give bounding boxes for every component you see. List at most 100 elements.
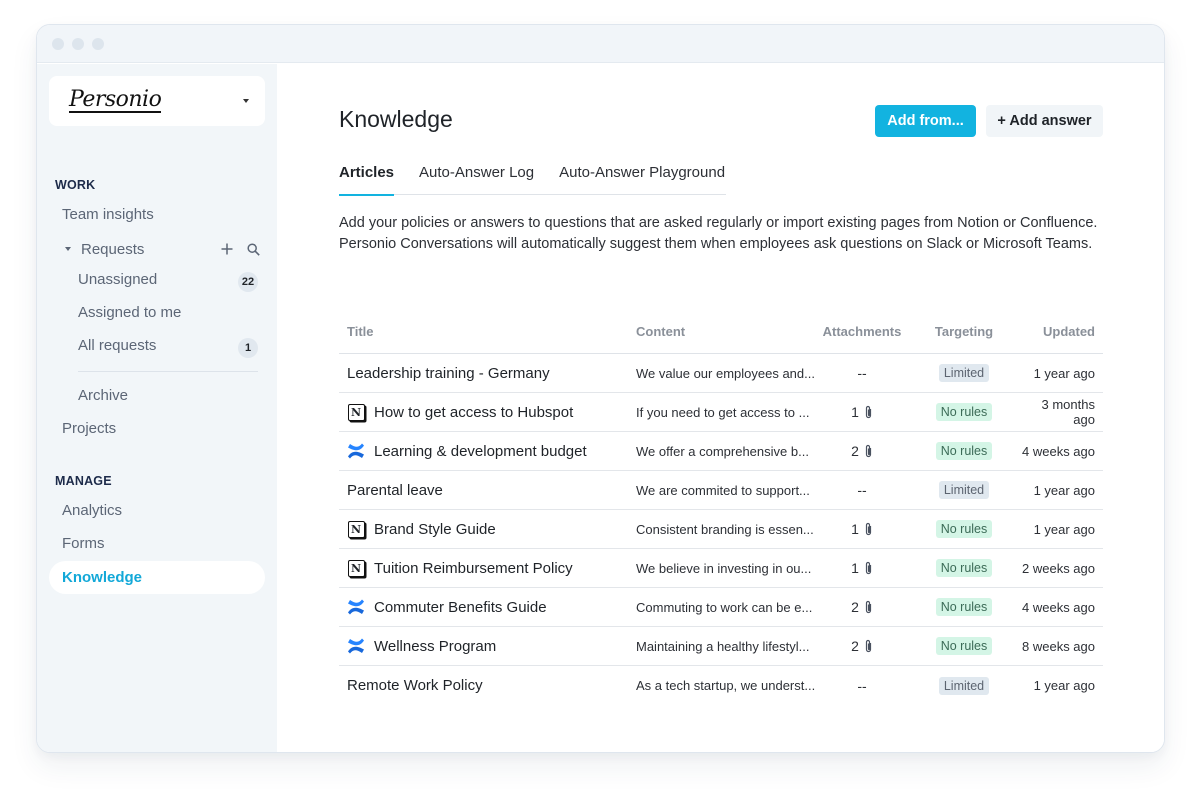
paperclip-icon [864, 561, 873, 575]
sidebar-item-all-requests[interactable]: All requests [78, 337, 156, 354]
attachments-count: -- [857, 365, 867, 381]
tab-auto-answer-log[interactable]: Auto-Answer Log [419, 162, 534, 195]
paperclip-icon [864, 639, 873, 653]
confluence-icon [347, 637, 365, 655]
attachments-cell: 1 [816, 560, 908, 576]
table-row[interactable]: N How to get access to Hubspot If you ne… [339, 393, 1103, 432]
window-maximize-button[interactable] [92, 37, 104, 50]
sidebar-item-projects[interactable]: Projects [62, 420, 116, 437]
confluence-icon [347, 598, 365, 616]
attachments-cell: -- [816, 482, 908, 498]
window-minimize-button[interactable] [72, 37, 84, 50]
all-requests-count-badge: 1 [238, 338, 258, 358]
targeting-badge: No rules [935, 442, 993, 460]
attachments-count: 1 [851, 521, 859, 537]
column-header-title[interactable]: Title [339, 324, 636, 339]
sidebar: Personio WORK Team insights Requests Una… [37, 64, 277, 752]
table-row[interactable]: Learning & development budget We offer a… [339, 432, 1103, 471]
unassigned-count-badge: 22 [238, 272, 258, 292]
add-answer-button[interactable]: + Add answer [986, 105, 1103, 137]
article-content-preview: As a tech startup, we underst... [636, 678, 816, 693]
table-row[interactable]: Parental leave We are commited to suppor… [339, 471, 1103, 510]
sidebar-item-forms[interactable]: Forms [62, 535, 105, 552]
targeting-cell: No rules [908, 442, 1020, 460]
sidebar-item-assigned-to-me[interactable]: Assigned to me [78, 304, 181, 321]
targeting-cell: Limited [908, 364, 1020, 382]
table-row[interactable]: N Tuition Reimbursement Policy We believ… [339, 549, 1103, 588]
targeting-cell: No rules [908, 598, 1020, 616]
table-row[interactable]: Leadership training - Germany We value o… [339, 354, 1103, 393]
page-title: Knowledge [339, 106, 453, 132]
attachments-count: 1 [851, 560, 859, 576]
collapse-triangle-icon[interactable] [65, 247, 71, 251]
updated-time: 4 weeks ago [1022, 443, 1095, 459]
attachments-cell: -- [816, 678, 908, 694]
attachments-cell: -- [816, 365, 908, 381]
article-content-preview: If you need to get access to ... [636, 404, 810, 420]
article-title-cell: N Brand Style Guide [339, 520, 636, 538]
notion-icon: N [347, 559, 365, 577]
caret-down-icon [243, 99, 249, 103]
window-close-button[interactable] [52, 37, 64, 50]
article-title: Learning & development budget [374, 442, 587, 460]
article-content-preview: Maintaining a healthy lifestyl... [636, 638, 810, 654]
updated-time: 4 weeks ago [1022, 599, 1095, 615]
article-content-preview: Commuting to work can be e... [636, 599, 813, 615]
column-header-attachments[interactable]: Attachments [816, 324, 908, 339]
updated-time: 1 year ago [1033, 678, 1095, 693]
article-content-preview: We offer a comprehensive b... [636, 443, 809, 459]
targeting-badge: No rules [935, 403, 993, 421]
article-content-preview: We value our employees and... [636, 365, 815, 381]
targeting-badge: No rules [935, 637, 993, 655]
targeting-cell: No rules [908, 637, 1020, 655]
article-title: Remote Work Policy [347, 677, 483, 694]
attachments-cell: 1 [816, 404, 908, 420]
article-title: How to get access to Hubspot [374, 403, 574, 421]
attachments-count: -- [857, 482, 867, 498]
column-header-targeting[interactable]: Targeting [908, 324, 1020, 339]
confluence-icon [347, 442, 365, 460]
search-icon[interactable] [245, 241, 261, 257]
notion-icon: N [347, 403, 365, 421]
updated-time: 2 weeks ago [1022, 560, 1095, 576]
paperclip-icon [864, 522, 873, 536]
article-content-preview: We believe in investing in ou... [636, 560, 812, 576]
tab-articles[interactable]: Articles [339, 162, 395, 196]
sidebar-divider [78, 371, 258, 372]
attachments-cell: 2 [816, 638, 908, 654]
targeting-badge: Limited [938, 481, 990, 499]
article-title-cell: Remote Work Policy [339, 677, 636, 694]
table-row[interactable]: Commuter Benefits Guide Commuting to wor… [339, 588, 1103, 627]
paperclip-icon [864, 405, 873, 419]
add-from-button[interactable]: Add from... [875, 105, 976, 137]
column-header-updated[interactable]: Updated [1020, 324, 1103, 339]
sidebar-item-knowledge[interactable]: Knowledge [49, 561, 265, 594]
article-title-cell: Wellness Program [339, 637, 636, 655]
attachments-cell: 2 [816, 443, 908, 459]
table-row[interactable]: N Brand Style Guide Consistent branding … [339, 510, 1103, 549]
attachments-count: 1 [851, 404, 859, 420]
tab-auto-answer-playground[interactable]: Auto-Answer Playground [559, 162, 725, 195]
updated-time: 1 year ago [1033, 482, 1095, 498]
paperclip-icon [864, 444, 873, 458]
app-window: Personio WORK Team insights Requests Una… [36, 24, 1165, 753]
personio-logo: Personio [69, 86, 162, 113]
workspace-switcher[interactable]: Personio [49, 76, 265, 126]
attachments-count: 2 [851, 599, 859, 615]
sidebar-item-team-insights[interactable]: Team insights [62, 206, 154, 223]
unassigned-label: Unassigned [78, 271, 158, 288]
table-row[interactable]: Wellness Program Maintaining a healthy l… [339, 627, 1103, 666]
sidebar-item-unassigned[interactable]: Unassigned [78, 271, 258, 288]
sidebar-item-analytics[interactable]: Analytics [62, 502, 122, 519]
sidebar-item-archive[interactable]: Archive [78, 387, 128, 404]
article-title: Parental leave [347, 481, 443, 499]
article-title-cell: Leadership training - Germany [339, 365, 636, 382]
table-row[interactable]: Remote Work Policy As a tech startup, we… [339, 666, 1103, 705]
targeting-cell: Limited [908, 676, 1020, 695]
article-title: Commuter Benefits Guide [374, 598, 547, 616]
plus-icon[interactable] [219, 241, 235, 257]
column-header-content[interactable]: Content [636, 324, 816, 339]
sidebar-item-requests[interactable]: Requests [65, 238, 261, 260]
attachments-count: 2 [851, 638, 859, 654]
article-title-cell: Learning & development budget [339, 442, 636, 460]
